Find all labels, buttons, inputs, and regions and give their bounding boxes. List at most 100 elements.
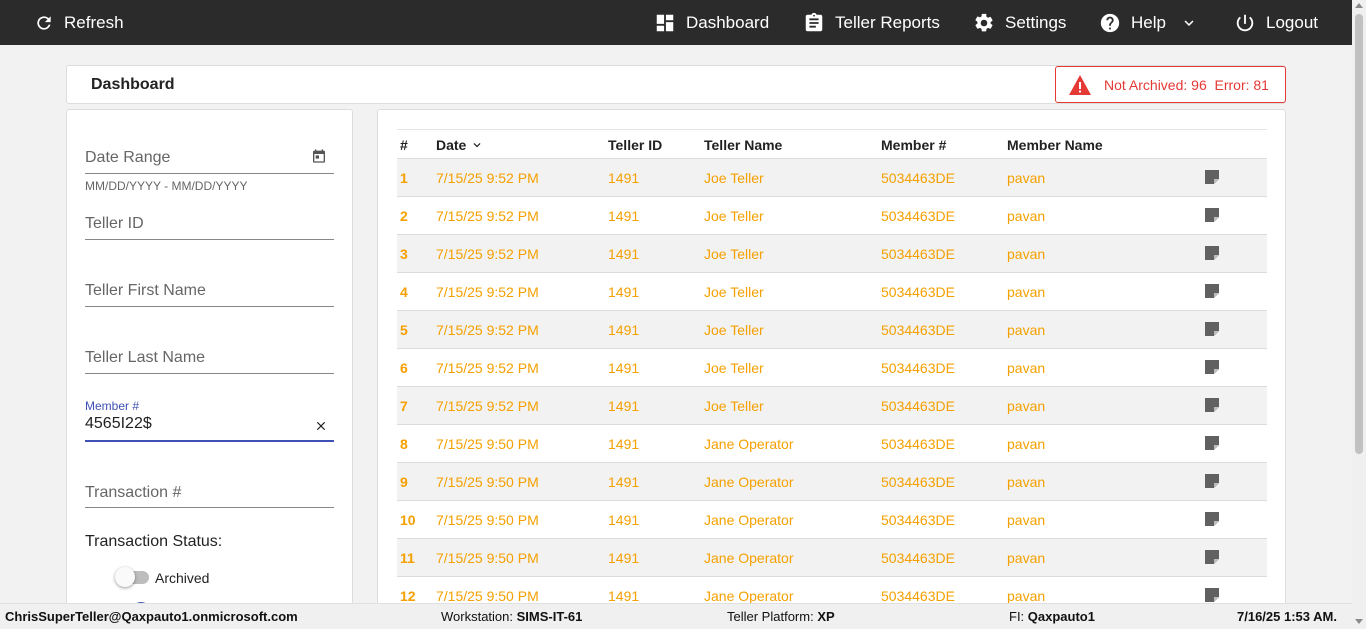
col-header-teller-id[interactable]: Teller ID [608,137,662,153]
calendar-icon[interactable] [311,148,327,164]
cell-teller-name: Joe Teller [704,322,764,338]
col-header-index[interactable]: # [400,137,408,153]
teller-id-field[interactable]: Teller ID [85,207,334,240]
scrollbar-thumb[interactable] [1355,14,1363,454]
table-row[interactable]: 8 7/15/25 9:50 PM 1491 Jane Operator 5034463… [397,425,1267,463]
cell-date: 7/15/25 9:50 PM [436,550,539,566]
note-icon[interactable] [1204,587,1220,603]
transaction-number-field[interactable]: Transaction # [85,475,334,508]
nav-settings[interactable]: Settings [973,0,1066,45]
date-range-field[interactable]: Date Range [85,140,334,174]
col-header-member-number[interactable]: Member # [881,137,946,153]
nav-help[interactable]: Help [1099,0,1198,45]
footer-user: ChrisSuperTeller@Qaxpauto1.onmicrosoft.c… [5,609,298,624]
table-row[interactable]: 2 7/15/25 9:52 PM 1491 Joe Teller 5034463DE p… [397,197,1267,235]
cell-date: 7/15/25 9:52 PM [436,170,539,186]
archive-status-badge[interactable]: Not Archived: 96 Error: 81 [1055,66,1286,103]
clear-icon[interactable] [314,419,328,433]
note-icon[interactable] [1204,245,1220,261]
cell-index: 1 [400,170,408,186]
cell-teller-name: Joe Teller [704,360,764,376]
cell-teller-name: Joe Teller [704,208,764,224]
cell-teller-id: 1491 [608,474,640,490]
member-number-label: Member # [85,399,140,413]
note-icon[interactable] [1204,169,1220,185]
cell-teller-name: Joe Teller [704,170,764,186]
note-icon[interactable] [1204,435,1220,451]
col-header-date[interactable]: Date [436,137,484,153]
cell-teller-name: Joe Teller [704,398,764,414]
note-icon[interactable] [1204,321,1220,337]
col-header-member-name[interactable]: Member Name [1007,137,1103,153]
cell-date: 7/15/25 9:52 PM [436,284,539,300]
scroll-down-icon[interactable] [1355,619,1363,624]
page-scrollbar[interactable] [1352,0,1366,629]
teller-last-name-field[interactable]: Teller Last Name [85,341,334,374]
nav-teller-reports[interactable]: Teller Reports [803,0,940,45]
cell-member-name: pavan [1007,284,1046,300]
clipboard-icon [805,12,823,31]
footer-fi-label: FI: [1009,609,1025,624]
cell-index: 4 [400,284,408,300]
col-header-teller-name[interactable]: Teller Name [704,137,782,153]
note-icon[interactable] [1204,511,1220,527]
cell-member-name: pavan [1007,360,1046,376]
logout-button[interactable]: Logout [1234,0,1318,45]
note-icon[interactable] [1204,473,1220,489]
footer-platform-label: Teller Platform: [727,609,814,624]
cell-member-number: 5034463DE [881,588,955,604]
cell-index: 12 [400,588,416,604]
footer-datetime: 7/16/25 1:53 AM. [1237,609,1337,624]
table-row[interactable]: 1 7/15/25 9:52 PM 1491 Joe Teller 5034463DE p… [397,159,1267,197]
top-nav-bar: Refresh Dashboard Teller Reports Setting… [0,0,1352,45]
scroll-up-icon[interactable] [1355,3,1363,8]
cell-index: 8 [400,436,408,452]
cell-member-number: 5034463DE [881,512,955,528]
table-row[interactable]: 10 7/15/25 9:50 PM 1491 Jane Operator 503446… [397,501,1267,539]
table-row[interactable]: 5 7/15/25 9:52 PM 1491 Joe Teller 5034463DE p… [397,311,1267,349]
cell-member-name: pavan [1007,512,1046,528]
note-icon[interactable] [1204,359,1220,375]
cell-member-name: pavan [1007,398,1046,414]
note-icon[interactable] [1204,207,1220,223]
table-row[interactable]: 4 7/15/25 9:52 PM 1491 Joe Teller 5034463DE p… [397,273,1267,311]
cell-index: 11 [400,550,415,566]
note-icon[interactable] [1204,283,1220,299]
sort-down-icon [473,143,481,148]
table-body: 1 7/15/25 9:52 PM 1491 Joe Teller 5034463DE p… [397,159,1267,608]
refresh-button[interactable]: Refresh [34,0,124,45]
archived-toggle[interactable] [115,567,151,587]
cell-date: 7/15/25 9:50 PM [436,588,539,604]
note-icon[interactable] [1204,549,1220,565]
cell-index: 6 [400,360,408,376]
table-row[interactable]: 3 7/15/25 9:52 PM 1491 Joe Teller 5034463DE p… [397,235,1267,273]
table-row[interactable]: 9 7/15/25 9:50 PM 1491 Jane Operator 5034463… [397,463,1267,501]
member-number-input[interactable]: 4565I22$ [85,415,152,433]
help-icon [1100,13,1120,32]
teller-first-name-label: Teller First Name [85,282,206,299]
cell-member-number: 5034463DE [881,398,955,414]
page-title: Dashboard [91,76,175,93]
nav-help-label: Help [1131,12,1166,32]
cell-date: 7/15/25 9:50 PM [436,474,539,490]
member-number-field[interactable]: Member # 4565I22$ [85,399,334,442]
date-range-hint: MM/DD/YYYY - MM/DD/YYYY [85,179,248,193]
footer-workstation-value: SIMS-IT-61 [516,609,583,624]
cell-member-name: pavan [1007,550,1046,566]
table-row[interactable]: 7 7/15/25 9:52 PM 1491 Joe Teller 5034463DE p… [397,387,1267,425]
table-row[interactable]: 11 7/15/25 9:50 PM 1491 Jane Operator 503446… [397,539,1267,577]
teller-last-name-label: Teller Last Name [85,349,206,366]
cell-member-name: pavan [1007,170,1046,186]
cell-member-name: pavan [1007,436,1046,452]
teller-first-name-field[interactable]: Teller First Name [85,274,334,307]
note-icon[interactable] [1204,397,1220,413]
cell-member-number: 5034463DE [881,322,955,338]
cell-date: 7/15/25 9:52 PM [436,360,539,376]
archived-toggle-knob [115,567,135,587]
cell-teller-id: 1491 [608,512,640,528]
table-row[interactable]: 6 7/15/25 9:52 PM 1491 Joe Teller 5034463DE p… [397,349,1267,387]
cell-member-number: 5034463DE [881,208,955,224]
chevron-down-icon [1184,19,1194,26]
footer-platform-value: XP [817,609,835,624]
nav-dashboard[interactable]: Dashboard [654,0,769,45]
